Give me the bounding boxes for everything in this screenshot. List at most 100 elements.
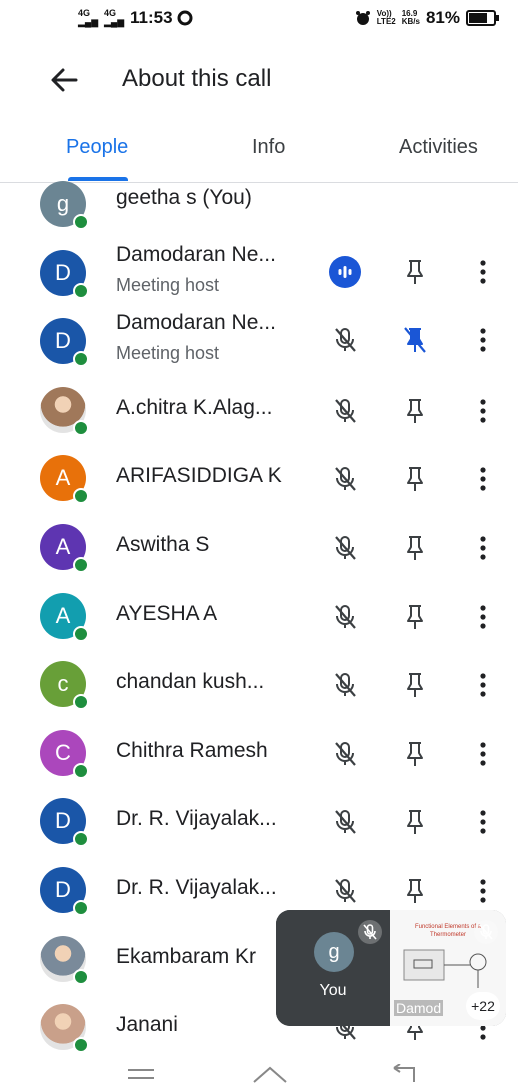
battery-percent: 81% [425, 8, 460, 27]
speaking-indicator-icon [328, 255, 362, 289]
more-options-icon[interactable] [466, 874, 500, 908]
pip-self-mic-off-icon [358, 920, 382, 944]
more-options-icon[interactable] [466, 323, 500, 357]
signal-2-icon: 4G ▂▄▆ [104, 8, 125, 27]
more-options-icon[interactable] [466, 531, 500, 565]
participant-avatar: c [40, 661, 89, 710]
pin-icon[interactable] [398, 668, 432, 702]
menu-nav-icon[interactable] [126, 1068, 156, 1082]
participant-name: A.chitra K.Alag... [116, 396, 273, 419]
participant-row[interactable]: c chandan kush... [0, 656, 518, 724]
mic-off-icon [328, 531, 362, 565]
participant-row[interactable]: A.chitra K.Alag... [0, 382, 518, 450]
online-status-dot [73, 557, 89, 573]
pin-icon[interactable] [398, 737, 432, 771]
more-options-icon[interactable] [466, 394, 500, 428]
pin-icon[interactable] [398, 805, 432, 839]
participant-row[interactable]: g geetha s (You) [0, 176, 518, 244]
network-type-1: 4G [78, 8, 91, 18]
battery-fill [469, 13, 487, 23]
participant-avatar: D [40, 318, 89, 367]
mic-off-icon [328, 462, 362, 496]
svg-text:Functional Elements of a: Functional Elements of a [415, 924, 482, 930]
more-options-icon[interactable] [466, 805, 500, 839]
participant-name: Janani [116, 1013, 178, 1036]
participant-row[interactable]: D Damodaran Ne... Meeting host [0, 243, 518, 313]
participant-row[interactable]: C Chithra Ramesh [0, 725, 518, 793]
more-options-icon[interactable] [466, 462, 500, 496]
avatar-initial: D [55, 328, 71, 353]
online-status-dot [73, 488, 89, 504]
pip-share-mic-off-icon [474, 920, 498, 944]
participant-name: geetha s (You) [116, 186, 252, 209]
more-options-icon[interactable] [466, 255, 500, 289]
battery-icon [466, 10, 499, 26]
speed-unit: KB/s [401, 17, 420, 26]
mic-off-icon [328, 668, 362, 702]
pip-shared-screen[interactable]: Functional Elements of a Thermometer Dam… [390, 910, 506, 1026]
participant-row[interactable]: D Damodaran Ne... Meeting host [0, 311, 518, 381]
online-status-dot [73, 420, 89, 436]
participant-name: Chithra Ramesh [116, 739, 268, 762]
participant-role: Meeting host [116, 343, 220, 363]
mic-off-icon [328, 874, 362, 908]
pip-self-label: You [319, 982, 347, 999]
pip-self-avatar: g [314, 932, 354, 972]
participant-row[interactable]: A AYESHA A [0, 588, 518, 656]
avatar-initial: A [55, 534, 71, 559]
participant-avatar: A [40, 593, 89, 642]
avatar-initial: D [55, 877, 71, 902]
pin-icon[interactable] [398, 462, 432, 496]
participant-avatar [40, 1004, 89, 1053]
network-type-2: 4G [104, 8, 117, 18]
online-status-dot [73, 694, 89, 710]
participant-avatar: D [40, 867, 89, 916]
participant-name: Dr. R. Vijayalak... [116, 807, 277, 830]
signal-1-icon: 4G ▂▄▆ [78, 8, 99, 27]
sync-icon [177, 10, 193, 26]
pip-more-participants-badge[interactable]: +22 [466, 992, 500, 1020]
pip-self-tile[interactable]: g You [276, 910, 390, 1026]
online-status-dot [73, 900, 89, 916]
tab-info[interactable]: Info [252, 136, 285, 159]
page-title: About this call [122, 65, 272, 92]
tab-activities[interactable]: Activities [399, 136, 478, 159]
pin-icon[interactable] [398, 255, 432, 289]
participant-row[interactable]: D Dr. R. Vijayalak... [0, 793, 518, 861]
more-options-icon[interactable] [466, 668, 500, 702]
participant-row[interactable]: A ARIFASIDDIGA K [0, 450, 518, 518]
participant-avatar: C [40, 730, 89, 779]
system-nav-bar [0, 1060, 518, 1084]
more-options-icon[interactable] [466, 737, 500, 771]
clock: 11:53 [130, 8, 173, 27]
back-nav-icon[interactable] [390, 1064, 422, 1084]
pin-icon[interactable] [398, 531, 432, 565]
participant-avatar: A [40, 524, 89, 573]
tab-bar: People Info Activities [0, 122, 518, 183]
avatar-initial: D [55, 808, 71, 833]
pin-icon[interactable] [398, 600, 432, 634]
participant-name: Aswitha S [116, 533, 210, 556]
participant-avatar [40, 387, 89, 436]
unpin-icon[interactable] [398, 323, 432, 357]
participant-avatar: g [40, 181, 89, 230]
participant-role: Meeting host [116, 275, 220, 295]
tab-people[interactable]: People [66, 136, 128, 159]
participant-row[interactable]: A Aswitha S [0, 519, 518, 587]
pip-window[interactable]: g You Functional Elements of a Thermomet… [276, 910, 506, 1026]
home-nav-icon[interactable] [252, 1064, 288, 1084]
avatar-initial: c [57, 671, 69, 696]
online-status-dot [73, 351, 89, 367]
avatar-initial: A [55, 465, 71, 490]
online-status-dot [73, 1037, 89, 1053]
back-arrow-icon[interactable] [44, 62, 84, 98]
data-speed: 16.9 KB/s [402, 10, 420, 26]
more-options-icon[interactable] [466, 600, 500, 634]
pin-icon[interactable] [398, 394, 432, 428]
mic-off-icon [328, 394, 362, 428]
svg-text:Thermometer: Thermometer [430, 932, 466, 938]
online-status-dot [73, 831, 89, 847]
status-bar: 4G ▂▄▆ 4G ▂▄▆ 11:53 Vo)) LTE2 16.9 KB/s 81% [0, 0, 518, 38]
participant-name: Dr. R. Vijayalak... [116, 876, 277, 899]
pin-icon[interactable] [398, 874, 432, 908]
